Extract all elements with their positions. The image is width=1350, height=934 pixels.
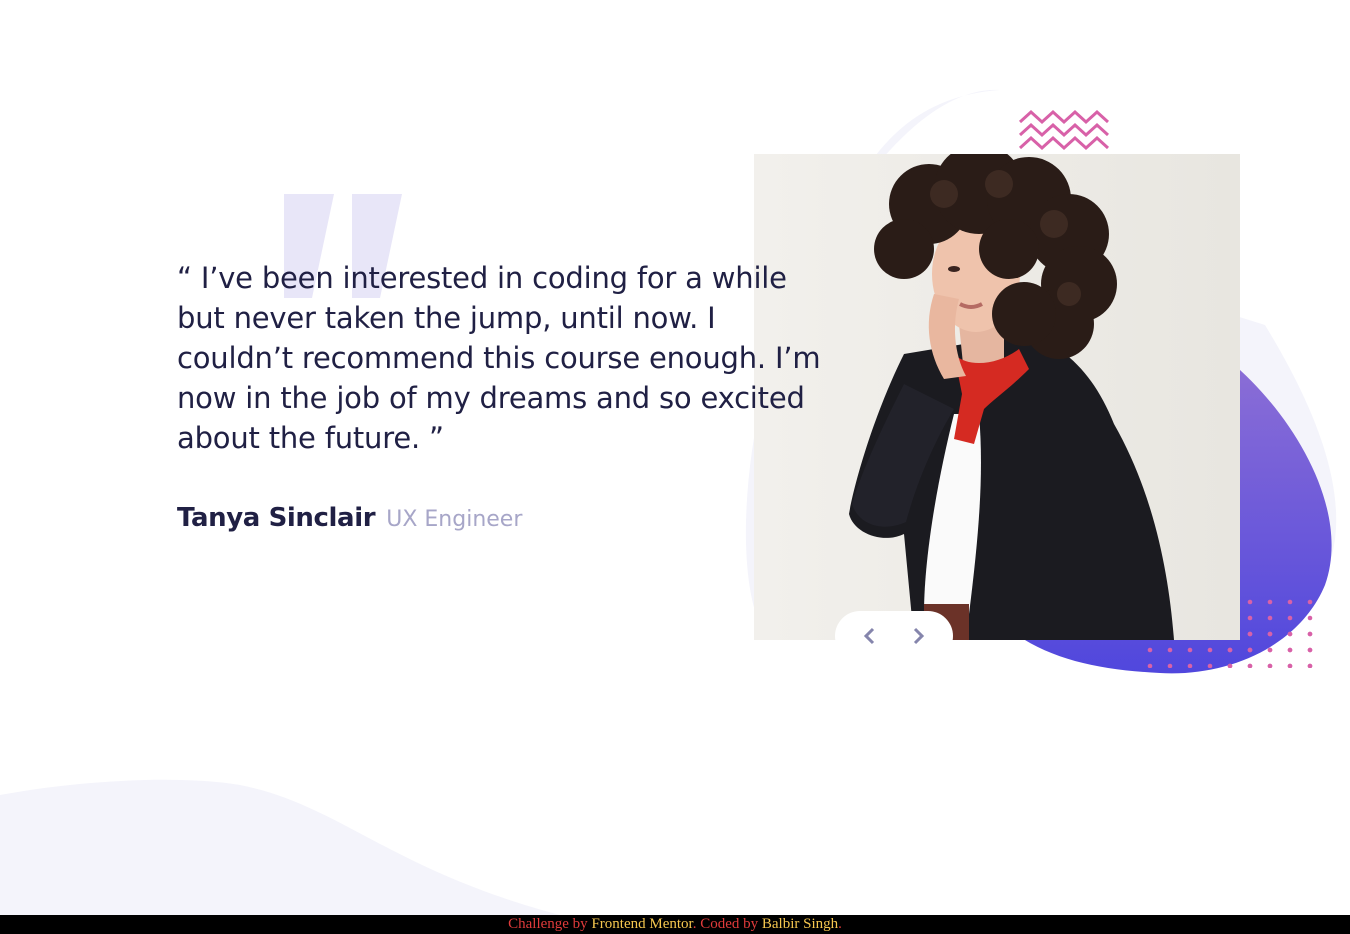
attribution-prefix: Challenge by bbox=[508, 916, 592, 932]
attribution-middle: . Coded by bbox=[692, 916, 762, 932]
frontend-mentor-link[interactable]: Frontend Mentor bbox=[591, 916, 692, 932]
author-link[interactable]: Balbir Singh bbox=[762, 916, 838, 932]
background-curve-pattern bbox=[0, 779, 560, 915]
zigzag-pattern bbox=[1018, 109, 1110, 151]
chevron-right-icon bbox=[913, 627, 925, 645]
attribution-suffix: . bbox=[838, 916, 842, 932]
chevron-left-icon bbox=[863, 627, 875, 645]
testimonial-quote: “ I’ve been interested in coding for a w… bbox=[177, 261, 821, 455]
author-role: UX Engineer bbox=[386, 507, 523, 532]
attribution-footer: Challenge by Frontend Mentor. Coded by B… bbox=[0, 915, 1350, 934]
author-name: Tanya Sinclair bbox=[177, 503, 376, 533]
testimonial-author: Tanya Sinclair UX Engineer bbox=[177, 503, 522, 533]
next-button[interactable] bbox=[904, 621, 934, 651]
slider-navigation bbox=[835, 611, 953, 661]
prev-button[interactable] bbox=[854, 621, 884, 651]
